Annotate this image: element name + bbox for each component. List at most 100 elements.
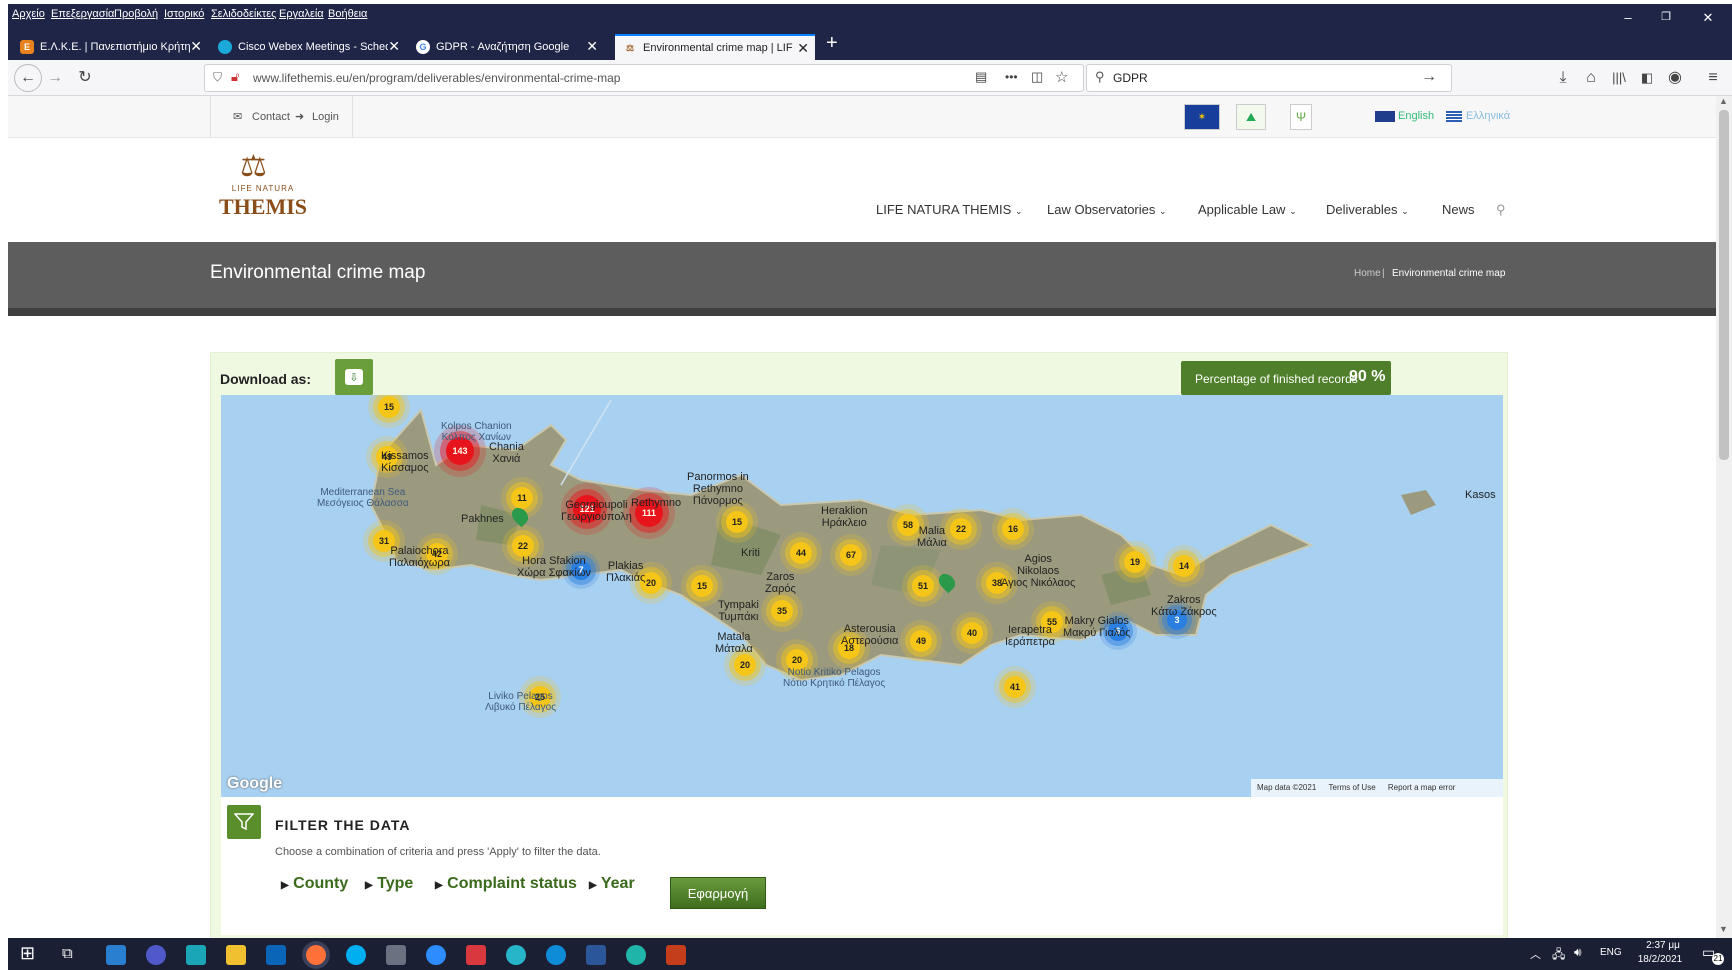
hamburger-menu-icon[interactable]: ≡ <box>1702 67 1724 89</box>
map-terms-link[interactable]: Terms of Use <box>1329 783 1376 792</box>
map-cluster-marker[interactable]: 16 <box>1002 518 1024 540</box>
clock-date[interactable]: 18/2/2021 <box>1630 954 1690 965</box>
menu-edit[interactable]: Επεξεργασία <box>51 8 114 20</box>
map-cluster-marker[interactable]: 20 <box>734 654 756 676</box>
lang-english[interactable]: English <box>1398 110 1434 122</box>
teams-icon[interactable] <box>146 945 166 965</box>
menu-file[interactable]: Αρχείο <box>12 8 45 20</box>
reload-icon[interactable]: ↻ <box>74 67 96 89</box>
back-icon[interactable]: ← <box>14 64 42 92</box>
nav-law-observatories[interactable]: Law Observatories ⌄ <box>1047 202 1167 217</box>
nav-deliverables[interactable]: Deliverables ⌄ <box>1326 202 1409 217</box>
outlook-icon[interactable] <box>266 945 286 965</box>
close-tab-icon[interactable]: ✕ <box>586 38 598 55</box>
map-cluster-marker[interactable]: 14 <box>1173 555 1195 577</box>
minimize-button[interactable]: – <box>1618 10 1638 25</box>
restore-button[interactable]: ❐ <box>1656 10 1676 23</box>
reader-view-icon[interactable]: ▤ <box>975 69 987 85</box>
download-button[interactable]: ⇩ <box>335 359 373 395</box>
close-tab-icon[interactable]: ✕ <box>190 38 202 55</box>
skype-icon[interactable] <box>346 945 366 965</box>
map-cluster-marker[interactable]: 35 <box>771 600 793 622</box>
map-cluster-marker[interactable]: 15 <box>726 511 748 533</box>
clock-time[interactable]: 2:37 μμ <box>1638 940 1688 951</box>
login-link[interactable]: Login <box>312 111 339 123</box>
search-bar[interactable]: ⚲ GDPR → <box>1086 64 1452 92</box>
tab-crime-map[interactable]: ⚖ Environmental crime map | LIF ✕ <box>615 34 815 60</box>
menu-history[interactable]: Ιστορικό <box>164 8 204 20</box>
map-cluster-marker[interactable]: 58 <box>897 514 919 536</box>
page-actions-icon[interactable]: ••• <box>1005 70 1018 84</box>
map-cluster-marker[interactable]: 15 <box>691 575 713 597</box>
filter-tab-county[interactable]: ▶ County <box>281 875 348 893</box>
sidebar-icon[interactable]: ◧ <box>1636 67 1658 89</box>
powerpoint-icon[interactable] <box>666 945 686 965</box>
tab-google[interactable]: G GDPR - Αναζήτηση Google ✕ <box>408 34 604 60</box>
map-cluster-marker[interactable]: 41 <box>1004 676 1026 698</box>
map-cluster-marker[interactable]: 44 <box>790 542 812 564</box>
nav-news[interactable]: News <box>1442 202 1475 217</box>
pocket-icon[interactable]: ◫ <box>1031 69 1043 85</box>
account-icon[interactable]: ◉ <box>1664 67 1686 89</box>
network-icon[interactable]: 🖧︎ <box>1552 945 1565 966</box>
menu-bookmarks[interactable]: Σελιδοδείκτες <box>211 8 276 20</box>
library-icon[interactable]: |||\ <box>1608 67 1630 89</box>
search-go-icon[interactable]: → <box>1421 68 1437 86</box>
tab-elke[interactable]: E Ε.Λ.Κ.Ε. | Πανεπιστήμιο Κρήτης ✕ <box>12 34 208 60</box>
downloads-icon[interactable]: ⤓ <box>1552 67 1574 89</box>
filter-tab-type[interactable]: ▶ Type <box>365 875 413 893</box>
bookmark-star-icon[interactable]: ☆ <box>1055 68 1068 86</box>
site-logo[interactable]: ⚖ LIFE NATURA THEMIS <box>218 152 308 222</box>
menu-help[interactable]: Βοήθεια <box>328 8 367 20</box>
task-view-icon[interactable]: ⧉ <box>62 945 73 962</box>
forward-icon[interactable]: → <box>44 67 66 89</box>
calculator-icon[interactable] <box>386 945 406 965</box>
zoom-icon[interactable] <box>426 945 446 965</box>
nav-life-natura-themis[interactable]: LIFE NATURA THEMIS ⌄ <box>876 202 1023 217</box>
new-tab-button[interactable]: + <box>826 32 838 55</box>
map-cluster-marker[interactable]: 40 <box>961 622 983 644</box>
file-explorer-icon[interactable] <box>226 945 246 965</box>
filter-tab-complaint-status[interactable]: ▶ Complaint status <box>435 875 577 893</box>
map-cluster-marker[interactable]: 49 <box>910 630 932 652</box>
lang-greek[interactable]: Ελληνικά <box>1466 110 1510 122</box>
webex-app-icon[interactable] <box>506 945 526 965</box>
media-app-icon[interactable] <box>466 945 486 965</box>
tab-webex[interactable]: Cisco Webex Meetings - Sched ✕ <box>210 34 406 60</box>
nav-applicable-law[interactable]: Applicable Law ⌄ <box>1198 202 1297 217</box>
map-cluster-marker[interactable]: 51 <box>912 575 934 597</box>
scroll-down-icon[interactable]: ▼ <box>1719 924 1728 934</box>
close-window-button[interactable]: ✕ <box>1698 10 1718 26</box>
close-tab-icon[interactable]: ✕ <box>797 40 809 57</box>
breadcrumb-home[interactable]: Home <box>1354 268 1381 279</box>
map-report-link[interactable]: Report a map error <box>1388 783 1456 792</box>
map-cluster-marker[interactable]: 22 <box>512 535 534 557</box>
filter-tab-year[interactable]: ▶ Year <box>589 875 635 893</box>
network-app-icon[interactable] <box>186 945 206 965</box>
map-cluster-marker[interactable]: 15 <box>378 396 400 418</box>
contact-link[interactable]: Contact <box>252 111 290 123</box>
menu-tools[interactable]: Εργαλεία <box>279 8 324 20</box>
map-cluster-marker[interactable]: 11 <box>511 487 533 509</box>
mail-app-icon[interactable] <box>106 945 126 965</box>
word-icon[interactable] <box>586 945 606 965</box>
firefox-icon[interactable] <box>306 945 326 965</box>
scroll-up-icon[interactable]: ▲ <box>1719 96 1728 106</box>
edge-icon[interactable] <box>546 945 566 965</box>
scrollbar-thumb[interactable] <box>1719 110 1729 460</box>
notification-center-icon[interactable]: ▭ 21 <box>1702 944 1724 965</box>
webex-meetings-icon[interactable] <box>626 945 646 965</box>
tray-chevron-icon[interactable]: ︿ <box>1530 946 1541 962</box>
volume-icon[interactable]: 🔊︎ <box>1574 945 1582 960</box>
close-tab-icon[interactable]: ✕ <box>388 38 400 55</box>
url-bar[interactable]: ⛉ 🔓︎ www.lifethemis.eu/en/program/delive… <box>204 64 1084 92</box>
language-indicator[interactable]: ENG <box>1600 947 1622 958</box>
home-icon[interactable]: ⌂ <box>1580 67 1602 89</box>
crime-map[interactable]: 15 49 143 11 121 111 31 42 22 7 20 15 15… <box>221 395 1503 797</box>
map-cluster-marker[interactable]: 22 <box>950 518 972 540</box>
map-cluster-marker[interactable]: 19 <box>1124 551 1146 573</box>
page-scrollbar[interactable]: ▲ ▼ <box>1716 96 1732 938</box>
map-cluster-marker[interactable]: 67 <box>840 544 862 566</box>
menu-view[interactable]: Προβολή <box>114 8 158 20</box>
apply-filter-button[interactable]: Εφαρμογή <box>670 877 766 909</box>
